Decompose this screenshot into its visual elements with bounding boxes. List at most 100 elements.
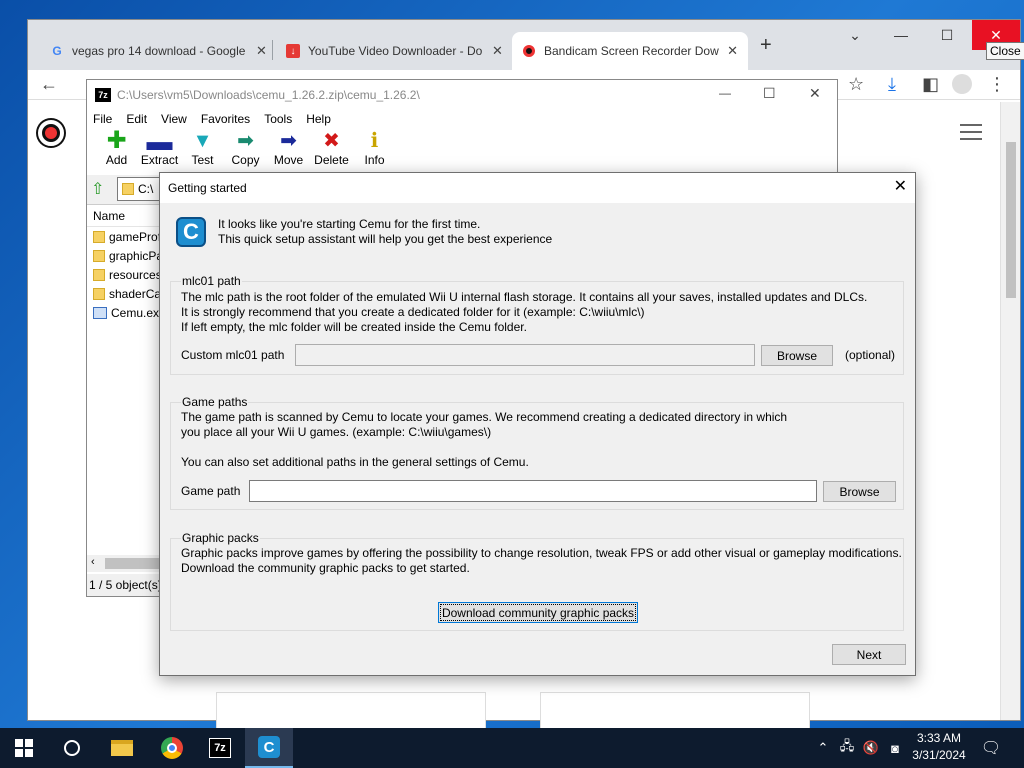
tab-title: YouTube Video Downloader - Do xyxy=(308,44,483,58)
game-legend: Game paths xyxy=(181,395,249,409)
bandicam-tray-icon[interactable]: ◙ xyxy=(884,728,906,768)
network-icon[interactable]: 🖧 xyxy=(836,728,858,768)
close-icon[interactable]: ✕ xyxy=(809,85,821,102)
menu-view[interactable]: View xyxy=(161,112,187,126)
tool-label: Test xyxy=(191,153,214,167)
side-panel-icon[interactable]: ◧ xyxy=(922,74,939,95)
back-arrow-icon[interactable]: ← xyxy=(40,74,58,95)
7zip-title: C:\Users\vm5\Downloads\cemu_1.26.2.zip\c… xyxy=(117,87,420,102)
menu-tools[interactable]: Tools xyxy=(264,112,292,126)
list-item[interactable]: Cemu.exe xyxy=(87,303,159,322)
scroll-left-icon[interactable]: ‹ xyxy=(91,556,95,568)
item-name: graphicPa xyxy=(109,248,159,263)
column-header-name[interactable]: Name xyxy=(87,205,159,227)
delete-button[interactable]: ✖ Delete xyxy=(310,129,353,175)
plus-icon: ✚ xyxy=(106,127,127,154)
horizontal-scrollbar[interactable]: ‹ xyxy=(87,555,159,572)
game-path-input[interactable] xyxy=(249,480,817,502)
optional-label: (optional) xyxy=(845,348,896,362)
copy-button[interactable]: ➡ Copy xyxy=(224,129,267,175)
list-item[interactable]: gameProf xyxy=(87,227,159,246)
folder-icon xyxy=(93,249,105,262)
mlc-path-input[interactable] xyxy=(295,344,755,366)
check-icon: ▼ xyxy=(192,130,213,152)
scrollbar-thumb[interactable] xyxy=(105,558,159,569)
tab-close-icon[interactable]: ✕ xyxy=(727,43,738,59)
tool-label: Copy xyxy=(231,153,260,167)
folder-icon xyxy=(93,268,105,281)
start-button[interactable] xyxy=(0,728,48,768)
taskbar: 7z C ⌃ 🖧 🔇 ◙ 3:33 AM 3/31/2024 🗨 xyxy=(0,728,1024,768)
maximize-icon[interactable]: ☐ xyxy=(924,20,970,50)
mlc-line: If left empty, the mlc folder will be cr… xyxy=(181,320,527,334)
list-item[interactable]: shaderCa xyxy=(87,284,159,303)
menu-file[interactable]: File xyxy=(93,112,112,126)
taskbar-clock[interactable]: 3:33 AM 3/31/2024 xyxy=(908,730,970,766)
menu-favorites[interactable]: Favorites xyxy=(201,112,250,126)
volume-muted-icon[interactable]: 🔇 xyxy=(860,728,882,768)
dialog-close-icon[interactable]: ✕ xyxy=(894,179,907,195)
folder-icon xyxy=(93,287,105,300)
game-line: The game path is scanned by Cemu to loca… xyxy=(181,410,788,424)
item-name: resources xyxy=(109,267,159,282)
tab-search-chevron-icon[interactable]: ⌄ xyxy=(832,20,878,50)
game-line: You can also set additional paths in the… xyxy=(181,455,529,469)
page-scrollbar[interactable] xyxy=(1000,102,1020,720)
new-tab-icon[interactable]: + xyxy=(760,34,772,57)
clock-date: 3/31/2024 xyxy=(912,748,966,762)
tab-close-icon[interactable]: ✕ xyxy=(492,43,503,59)
google-g-icon: G xyxy=(52,44,62,58)
notification-icon[interactable]: 🗨 xyxy=(978,728,1004,768)
folder-icon xyxy=(122,183,134,195)
menu-help[interactable]: Help xyxy=(306,112,331,126)
arrow-copy-icon: ➡ xyxy=(237,130,254,152)
add-button[interactable]: ✚ Add xyxy=(95,129,138,175)
minimize-icon[interactable]: — xyxy=(878,20,924,50)
mlc-browse-button[interactable]: Browse xyxy=(761,345,833,366)
chrome-tab-youtube-downloader[interactable]: ↓ YouTube Video Downloader - Do ✕ xyxy=(276,32,513,70)
page-card xyxy=(216,692,486,732)
hamburger-menu-icon[interactable] xyxy=(960,124,982,140)
search-button[interactable] xyxy=(48,728,96,768)
maximize-icon[interactable]: ☐ xyxy=(763,85,776,102)
chrome-tab-bandicam[interactable]: Bandicam Screen Recorder Dow ✕ xyxy=(512,32,748,70)
game-browse-button[interactable]: Browse xyxy=(823,481,896,502)
item-name: gameProf xyxy=(109,229,159,244)
folder-icon xyxy=(111,740,133,756)
list-item[interactable]: resources xyxy=(87,265,159,284)
game-line: you place all your Wii U games. (example… xyxy=(181,425,492,439)
arrow-move-icon: ➡ xyxy=(280,130,297,152)
address-input[interactable]: C:\ xyxy=(117,177,161,201)
taskbar-file-explorer[interactable] xyxy=(98,728,146,768)
bookmark-star-icon[interactable]: ☆ xyxy=(848,74,864,95)
profile-avatar-icon[interactable] xyxy=(952,74,972,99)
item-name: Cemu.exe xyxy=(111,305,159,320)
bandicam-logo-icon xyxy=(38,120,64,146)
menu-edit[interactable]: Edit xyxy=(126,112,147,126)
more-menu-icon[interactable]: ⋮ xyxy=(988,74,1006,95)
chrome-tab-google[interactable]: G vegas pro 14 download - Google ✕ xyxy=(40,32,277,70)
next-button[interactable]: Next xyxy=(832,644,906,665)
download-red-icon: ↓ xyxy=(286,44,300,58)
graphic-legend: Graphic packs xyxy=(181,531,260,545)
download-icon[interactable]: ⤓ xyxy=(888,74,896,95)
download-graphic-packs-button[interactable]: Download community graphic packs xyxy=(438,602,638,623)
tray-overflow-chevron-icon[interactable]: ⌃ xyxy=(812,728,834,768)
extract-button[interactable]: ▬ Extract xyxy=(138,128,181,175)
list-item[interactable]: graphicPa xyxy=(87,246,159,265)
info-button[interactable]: ℹ Info xyxy=(353,129,396,175)
exe-file-icon xyxy=(93,306,107,319)
move-button[interactable]: ➡ Move xyxy=(267,129,310,175)
7zip-menu-bar: File Edit View Favorites Tools Help xyxy=(87,109,837,129)
folder-icon xyxy=(93,230,105,243)
cemu-icon: C xyxy=(258,736,280,758)
tool-label: Add xyxy=(105,153,128,167)
tab-close-icon[interactable]: ✕ xyxy=(256,43,267,59)
taskbar-cemu[interactable]: C xyxy=(245,728,293,768)
up-folder-icon[interactable]: ⇧ xyxy=(91,179,104,199)
taskbar-chrome[interactable] xyxy=(148,728,196,768)
minimize-icon[interactable]: — xyxy=(719,86,731,100)
test-button[interactable]: ▼ Test xyxy=(181,129,224,175)
taskbar-7zip[interactable]: 7z xyxy=(196,728,244,768)
scrollbar-thumb[interactable] xyxy=(1006,142,1016,298)
